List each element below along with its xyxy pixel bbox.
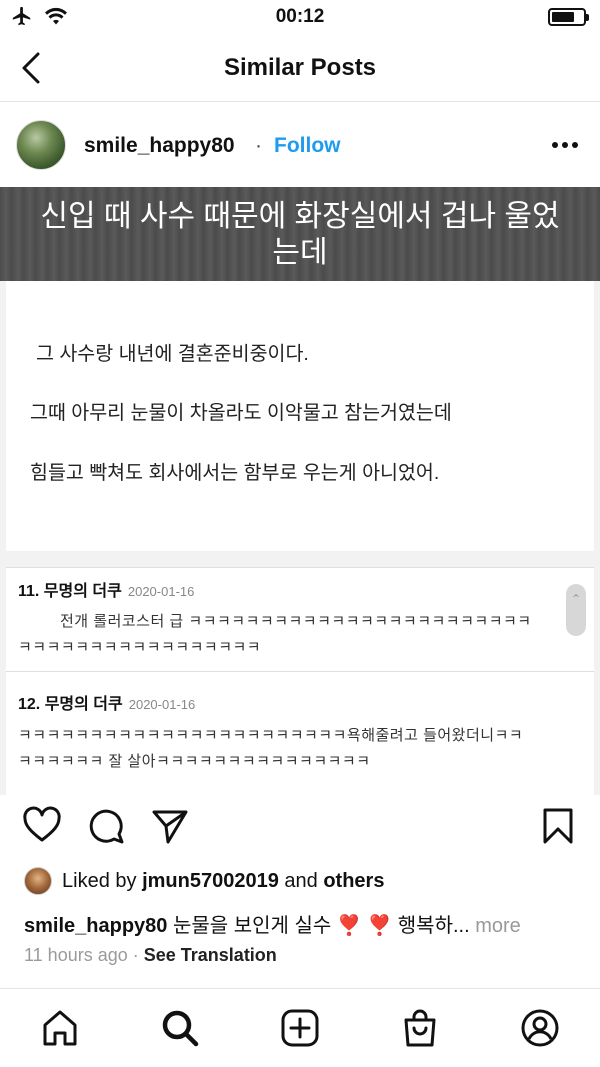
see-translation-link[interactable]: See Translation: [144, 945, 277, 965]
comment-text: 전개 롤러코스터 급 ㅋㅋㅋㅋㅋㅋㅋㅋㅋㅋㅋㅋㅋㅋㅋㅋㅋㅋㅋㅋㅋㅋㅋㅋ: [60, 613, 532, 630]
bookmark-icon[interactable]: [538, 806, 578, 846]
caption-text: 눈물을 보인게 실수 ❣️ ❣️ 행복하...: [167, 915, 470, 937]
follow-button[interactable]: Follow: [274, 134, 341, 158]
post-actions: [0, 806, 600, 852]
status-time: 00:12: [275, 6, 325, 27]
text-line-1: 그 사수랑 내년에 결혼준비중이다.: [36, 343, 309, 365]
post-image[interactable]: 신입 때 사수 때문에 화장실에서 겁나 울었는데 그 사수랑 내년에 결혼준비…: [0, 187, 600, 795]
add-post-icon[interactable]: [280, 1008, 320, 1048]
post-header: smile_happy80 · Follow: [0, 103, 600, 187]
meta-separator: ·: [127, 945, 144, 965]
text-line-2: 그때 아무리 눈물이 차올라도 이악물고 참는거였는데: [30, 402, 452, 424]
comment-header: 12. 무명의 더쿠 2020-01-16: [18, 690, 195, 714]
post-meta: 11 hours ago · See Translation: [24, 945, 277, 966]
comment-text: ㅋㅋㅋㅋㅋㅋㅋㅋㅋㅋㅋㅋㅋㅋㅋㅋㅋㅋㅋㅋㅋㅋㅋ욕해줄려고 들어왔더니ㅋㅋ: [18, 727, 524, 744]
more-link[interactable]: more: [470, 915, 521, 937]
text-line-3: 힘들고 빡쳐도 회사에서는 함부로 우는게 아니었어.: [30, 462, 440, 484]
post-time: 11 hours ago: [24, 945, 128, 965]
more-options-icon[interactable]: [552, 137, 580, 153]
comment-date: 2020-01-16: [127, 584, 195, 599]
liked-user[interactable]: jmun57002019: [142, 870, 279, 893]
liked-avatar: [24, 867, 52, 895]
tab-bar: [0, 988, 600, 1067]
comment-author: 12. 무명의 더쿠: [18, 696, 123, 713]
liked-others[interactable]: others: [323, 870, 384, 893]
nav-bar: Similar Posts: [0, 34, 600, 102]
heart-icon[interactable]: [22, 806, 62, 846]
search-icon[interactable]: [160, 1008, 200, 1048]
comment-author: 11. 무명의 더쿠: [18, 583, 122, 600]
comment-icon[interactable]: [86, 806, 126, 846]
shop-icon[interactable]: [400, 1008, 440, 1048]
image-caption-band: 신입 때 사수 때문에 화장실에서 겁나 울었는데: [0, 187, 600, 281]
status-bar: 00:12: [0, 0, 600, 34]
liked-prefix: Liked by: [62, 869, 137, 892]
profile-icon[interactable]: [520, 1008, 560, 1048]
comment-list: 11. 무명의 더쿠 2020-01-16 전개 롤러코스터 급 ㅋㅋㅋㅋㅋㅋㅋㅋ…: [6, 567, 594, 795]
liked-by[interactable]: Liked by jmun57002019 and others: [24, 866, 384, 896]
comment-item: 11. 무명의 더쿠 2020-01-16 전개 롤러코스터 급 ㅋㅋㅋㅋㅋㅋㅋㅋ…: [6, 567, 594, 671]
comment-date: 2020-01-16: [128, 697, 196, 712]
share-icon[interactable]: [150, 806, 190, 846]
comment-item: 12. 무명의 더쿠 2020-01-16 ㅋㅋㅋㅋㅋㅋㅋㅋㅋㅋㅋㅋㅋㅋㅋㅋㅋㅋㅋ…: [6, 671, 594, 795]
post-username[interactable]: smile_happy80: [84, 134, 235, 158]
separator-dot: ·: [255, 134, 262, 157]
comment-text: ㅋㅋㅋㅋㅋㅋ 잘 살아ㅋㅋㅋㅋㅋㅋㅋㅋㅋㅋㅋㅋㅋㅋㅋ: [18, 753, 371, 770]
home-icon[interactable]: [40, 1008, 80, 1048]
image-caption: 신입 때 사수 때문에 화장실에서 겁나 울었는데: [40, 200, 560, 269]
page-title: Similar Posts: [223, 54, 377, 81]
caption-username[interactable]: smile_happy80: [24, 915, 167, 937]
liked-and: and: [284, 869, 318, 892]
post-caption: smile_happy80 눈물을 보인게 실수 ❣️ ❣️ 행복하... mo…: [24, 909, 521, 938]
avatar[interactable]: [16, 120, 66, 170]
comment-text: ㅋㅋㅋㅋㅋㅋㅋㅋㅋㅋㅋㅋㅋㅋㅋㅋㅋ: [18, 639, 262, 656]
scrollbar-thumb: [566, 584, 586, 636]
comment-header: 11. 무명의 더쿠 2020-01-16: [18, 577, 194, 601]
text-card: 그 사수랑 내년에 결혼준비중이다. 그때 아무리 눈물이 차올라도 이악물고 …: [6, 281, 594, 551]
battery-icon: [548, 8, 589, 26]
